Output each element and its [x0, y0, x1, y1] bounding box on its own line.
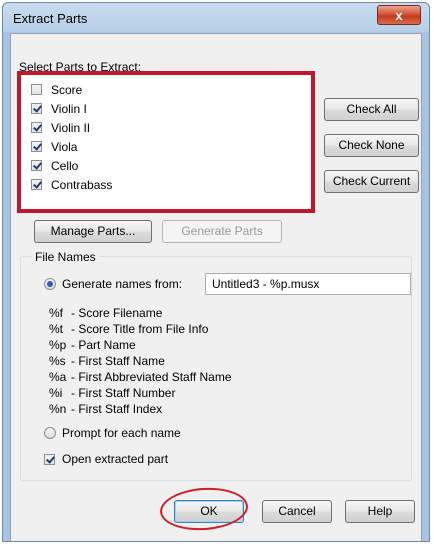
part-label: Contrabass — [51, 178, 113, 192]
filename-pattern-input[interactable]: Untitled3 - %p.musx — [205, 273, 411, 295]
filename-code-item: %a - First Abbreviated Staff Name — [49, 370, 232, 384]
help-button[interactable]: Help — [345, 500, 415, 523]
parts-list: Score Violin I Violin II Viola Cello Con… — [17, 71, 315, 213]
filename-code-item: %s - First Staff Name — [49, 354, 165, 368]
check-current-button[interactable]: Check Current — [324, 170, 419, 193]
generate-names-radio[interactable] — [44, 278, 56, 290]
part-checkbox[interactable] — [31, 103, 42, 114]
filename-code-item: %t - Score Title from File Info — [49, 322, 209, 336]
file-names-legend: File Names — [32, 250, 99, 264]
part-label: Violin I — [51, 102, 87, 116]
part-label: Viola — [51, 140, 78, 154]
part-checkbox[interactable] — [31, 160, 42, 171]
part-checkbox[interactable] — [31, 122, 42, 133]
filename-code-item: %p - Part Name — [49, 338, 136, 352]
filename-codes-list: %f - Score Filename %t - Score Title from … — [49, 305, 232, 417]
part-label: Cello — [51, 159, 79, 173]
window-title: Extract Parts — [13, 11, 88, 26]
filename-code-item: %i - First Staff Number — [49, 386, 176, 400]
open-extracted-label[interactable]: Open extracted part — [62, 452, 168, 466]
check-all-button[interactable]: Check All — [324, 98, 419, 121]
open-extracted-checkbox[interactable] — [44, 454, 55, 465]
part-label: Score — [51, 83, 83, 97]
prompt-each-name-label[interactable]: Prompt for each name — [62, 426, 181, 440]
filename-code-item: %n - First Staff Index — [49, 402, 163, 416]
prompt-each-name-radio[interactable] — [44, 427, 56, 439]
manage-parts-button[interactable]: Manage Parts... — [34, 220, 152, 243]
title-bar[interactable]: Extract Parts x — [3, 3, 429, 33]
part-label: Violin II — [51, 121, 91, 135]
part-checkbox[interactable] — [31, 84, 42, 95]
part-checkbox[interactable] — [31, 179, 42, 190]
generate-names-label[interactable]: Generate names from: — [62, 277, 182, 291]
filename-code-item: %f - Score Filename — [49, 306, 163, 320]
cancel-button[interactable]: Cancel — [262, 500, 332, 523]
check-none-button[interactable]: Check None — [324, 134, 419, 157]
part-checkbox[interactable] — [31, 141, 42, 152]
generate-parts-button: Generate Parts — [162, 220, 282, 243]
close-button[interactable]: x — [377, 5, 421, 25]
